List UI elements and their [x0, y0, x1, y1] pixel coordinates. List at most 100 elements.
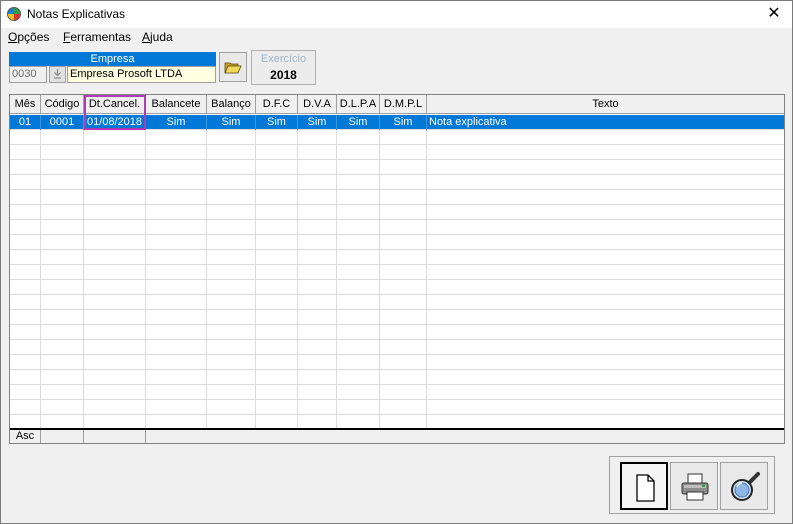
empty-cell [256, 280, 298, 295]
empty-cell [146, 385, 207, 400]
menu-bar: Opções Ferramentas Ajuda [1, 28, 792, 46]
empty-cell [84, 190, 146, 205]
empty-cell [207, 370, 256, 385]
col-dlpa[interactable]: D.L.P.A [337, 95, 380, 114]
col-dva[interactable]: D.V.A [298, 95, 337, 114]
empty-cell [84, 325, 146, 340]
table-row[interactable] [10, 295, 784, 310]
empty-cell [207, 160, 256, 175]
empty-cell [41, 265, 84, 280]
col-dmpl[interactable]: D.M.P.L [380, 95, 427, 114]
empty-cell [427, 340, 784, 355]
table-row[interactable] [10, 205, 784, 220]
document-icon [636, 474, 655, 502]
menu-ferramentas[interactable]: Ferramentas [63, 30, 131, 44]
empty-cell [84, 400, 146, 415]
table-row[interactable] [10, 385, 784, 400]
empty-cell [337, 340, 380, 355]
col-balanco[interactable]: Balanço [207, 95, 256, 114]
empty-cell [41, 385, 84, 400]
empty-cell [146, 340, 207, 355]
empty-cell [427, 160, 784, 175]
empty-cell [41, 235, 84, 250]
notes-grid[interactable]: Mês Código Dt.Cancel. Balancete Balanço … [9, 94, 785, 444]
col-balancete[interactable]: Balancete [146, 95, 207, 114]
table-row[interactable]: 01 0001 01/08/2018 Sim Sim Sim Sim Sim S… [10, 115, 784, 130]
empty-cell [427, 325, 784, 340]
print-button[interactable] [670, 462, 718, 510]
empty-cell [337, 370, 380, 385]
table-row[interactable] [10, 265, 784, 280]
empty-cell [146, 250, 207, 265]
table-row[interactable] [10, 160, 784, 175]
empty-cell [337, 355, 380, 370]
table-row[interactable] [10, 325, 784, 340]
empty-cell [207, 400, 256, 415]
empty-cell [207, 265, 256, 280]
empty-cell [41, 370, 84, 385]
empty-cell [427, 250, 784, 265]
col-texto[interactable]: Texto [427, 95, 784, 114]
empty-cell [380, 190, 427, 205]
col-mes[interactable]: Mês [10, 95, 41, 114]
window-title: Notas Explicativas [27, 7, 126, 21]
grid-footer: Asc [10, 428, 784, 443]
empty-cell [256, 370, 298, 385]
empty-cell [84, 280, 146, 295]
empresa-lookup-button[interactable] [49, 66, 66, 83]
empty-cell [10, 340, 41, 355]
col-dt-cancel[interactable]: Dt.Cancel. [84, 95, 146, 114]
close-button[interactable]: ✕ [756, 1, 792, 28]
menu-ajuda[interactable]: Ajuda [142, 30, 173, 44]
search-button[interactable] [720, 462, 768, 510]
new-document-button[interactable] [620, 462, 668, 510]
table-row[interactable] [10, 250, 784, 265]
empty-cell [146, 175, 207, 190]
empresa-name-field[interactable]: Empresa Prosoft LTDA [67, 66, 216, 83]
empty-cell [256, 355, 298, 370]
empty-cell [146, 130, 207, 145]
table-row[interactable] [10, 310, 784, 325]
table-row[interactable] [10, 340, 784, 355]
table-row[interactable] [10, 220, 784, 235]
empty-cell [146, 190, 207, 205]
open-folder-button[interactable] [219, 52, 247, 82]
empty-cell [207, 145, 256, 160]
empty-cell [41, 250, 84, 265]
empty-cell [427, 235, 784, 250]
empty-cell [427, 265, 784, 280]
empty-cell [427, 280, 784, 295]
table-row[interactable] [10, 400, 784, 415]
empty-cell [337, 310, 380, 325]
col-codigo[interactable]: Código [41, 95, 84, 114]
empty-cell [84, 175, 146, 190]
empty-cell [207, 280, 256, 295]
table-row[interactable] [10, 130, 784, 145]
empty-cell [84, 310, 146, 325]
table-row[interactable] [10, 190, 784, 205]
empty-cell [256, 310, 298, 325]
table-row[interactable] [10, 235, 784, 250]
table-row[interactable] [10, 145, 784, 160]
table-row[interactable] [10, 175, 784, 190]
empty-cell [41, 280, 84, 295]
app-window: Notas Explicativas ✕ Opções Ferramentas … [0, 0, 793, 524]
empty-cell [84, 145, 146, 160]
table-row[interactable] [10, 280, 784, 295]
menu-opcoes[interactable]: Opções [8, 30, 49, 44]
cell-texto: Nota explicativa [429, 116, 507, 128]
empty-cell [10, 385, 41, 400]
empty-cell [380, 325, 427, 340]
empty-cell [337, 205, 380, 220]
empresa-code-field[interactable]: 0030 [9, 66, 47, 83]
table-row[interactable] [10, 355, 784, 370]
app-icon [7, 7, 21, 21]
empty-cell [337, 280, 380, 295]
empty-cell [41, 295, 84, 310]
table-row[interactable] [10, 370, 784, 385]
empty-cell [427, 295, 784, 310]
col-dfc[interactable]: D.F.C [256, 95, 298, 114]
empty-cell [256, 250, 298, 265]
empty-cell [337, 265, 380, 280]
empty-cell [84, 355, 146, 370]
